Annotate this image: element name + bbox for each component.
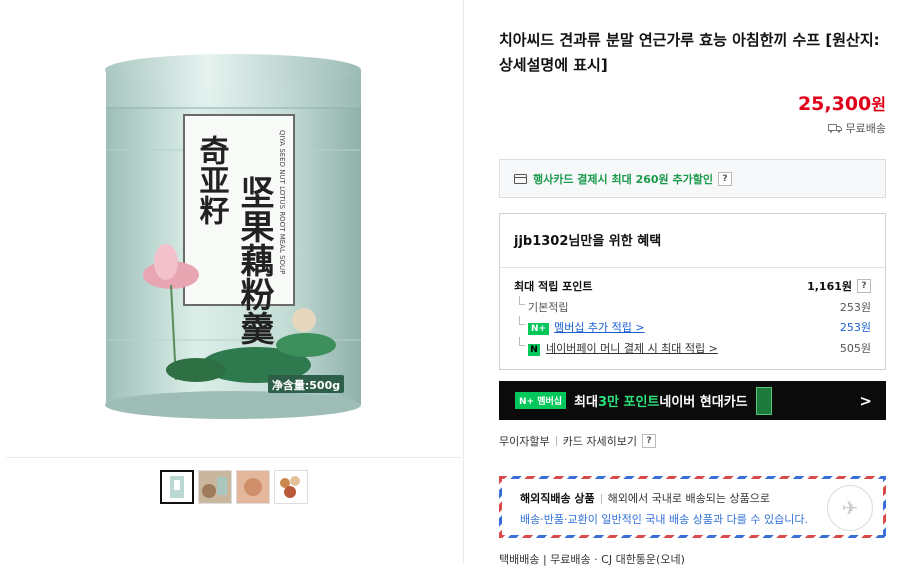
basic-points-row: 기본적립 253원 bbox=[514, 296, 871, 315]
naverpay-points-link[interactable]: 네이버페이 머니 결제 시 최대 적립 > bbox=[546, 342, 718, 355]
naver-plus-badge-icon: N+ bbox=[528, 323, 550, 335]
banner-text-before: 최대 bbox=[574, 395, 598, 410]
product-gallery: 坚果藕粉羹 奇亚籽 QIYA SEED NUT LOTUS ROOT MEAL … bbox=[0, 0, 464, 563]
price-unit: 원 bbox=[871, 95, 886, 114]
truck-icon bbox=[827, 124, 842, 133]
separator bbox=[555, 436, 557, 446]
benefit-divider bbox=[500, 267, 885, 268]
help-icon[interactable]: ? bbox=[857, 279, 871, 293]
naverpay-sub: N 네이버페이 머니 결제 시 최대 적립 > bbox=[514, 337, 718, 356]
thumbnail-2[interactable] bbox=[198, 470, 232, 504]
overseas-label: 해외직배송 상품 bbox=[520, 492, 595, 505]
help-icon[interactable]: ? bbox=[717, 171, 732, 186]
membership-points-link[interactable]: 멤버십 추가 적립 > bbox=[554, 321, 645, 334]
max-points-label: 최대 적립 포인트 bbox=[514, 280, 593, 293]
membership-points-row: N+ 멤버십 추가 적립 > 253원 bbox=[514, 316, 871, 335]
product-label-main: 坚果藕粉羹 bbox=[234, 175, 274, 345]
credit-card-icon bbox=[514, 173, 527, 184]
product-title: 치아씨드 견과류 분말 연근가루 효능 아침한끼 수프 [원산지:상세설명에 표… bbox=[499, 31, 880, 74]
product-main-image[interactable]: 坚果藕粉羹 奇亚籽 QIYA SEED NUT LOTUS ROOT MEAL … bbox=[6, 0, 462, 456]
help-icon[interactable]: ? bbox=[641, 434, 656, 448]
image-divider bbox=[6, 457, 462, 458]
membership-points-value: 253원 bbox=[839, 321, 871, 334]
max-points-value: 1,161원 bbox=[807, 280, 852, 293]
shipping-info: 무료배송 bbox=[827, 120, 886, 136]
naverpay-points-row: N 네이버페이 머니 결제 시 최대 적립 > 505원 bbox=[514, 337, 871, 356]
max-points-row: 최대 적립 포인트 1,161원 ? bbox=[514, 278, 871, 294]
thumbnail-list bbox=[160, 470, 308, 504]
separator bbox=[600, 494, 602, 504]
overseas-note: 배송·반품·교환이 일반적인 국내 배송 상품과 다를 수 있습니다. bbox=[520, 513, 808, 526]
card-promo-text: 행사카드 결제시 최대 260원 추가할인 bbox=[533, 172, 713, 186]
no-interest-link[interactable]: 무이자할부 bbox=[499, 433, 550, 449]
banner-text-after: 네이버 현대카드 bbox=[659, 395, 748, 410]
thumbnail-1[interactable] bbox=[160, 470, 194, 504]
benefit-box: jjb1302님만을 위한 혜택 최대 적립 포인트 1,161원 ? 기본적립… bbox=[499, 213, 886, 370]
net-weight-label: 净含量:500g bbox=[272, 378, 340, 392]
naverpay-points-value: 505원 bbox=[839, 342, 871, 355]
chevron-right-icon: > bbox=[859, 391, 872, 410]
membership-badge: N+ 멤버십 bbox=[515, 392, 567, 409]
overseas-shipping-notice: 해외직배송 상품 해외에서 국내로 배송되는 상품으로 배송·반품·교환이 일반적… bbox=[499, 476, 886, 538]
overseas-line1: 해외직배송 상품 해외에서 국내로 배송되는 상품으로 bbox=[520, 490, 770, 506]
airplane-stamp-icon: ✈ bbox=[827, 485, 873, 531]
installment-row: 무이자할부 카드 자세히보기 ? bbox=[499, 433, 656, 449]
naverpay-icon: N bbox=[528, 344, 540, 356]
banner-highlight: 3만 포인트 bbox=[597, 395, 660, 410]
product-label-side: 奇亚籽 bbox=[194, 135, 230, 225]
card-promo-box[interactable]: 행사카드 결제시 최대 260원 추가할인 ? bbox=[499, 159, 886, 198]
shipping-label: 무료배송 bbox=[845, 122, 886, 135]
thumbnail-4[interactable] bbox=[274, 470, 308, 504]
thumbnail-3[interactable] bbox=[236, 470, 270, 504]
membership-sub: N+ 멤버십 추가 적립 > bbox=[514, 316, 645, 335]
card-detail-link[interactable]: 카드 자세히보기 bbox=[563, 433, 637, 449]
product-label-english: QIYA SEED NUT LOTUS ROOT MEAL SOUP bbox=[278, 130, 286, 274]
benefit-title: jjb1302님만을 위한 혜택 bbox=[514, 234, 662, 249]
overseas-desc: 해외에서 국내로 배송되는 상품으로 bbox=[607, 492, 770, 505]
price-amount: 25,300 bbox=[797, 93, 872, 115]
basic-points-value: 253원 bbox=[839, 301, 871, 314]
delivery-info: 택배배송 | 무료배송 · CJ 대한통운(오네) bbox=[499, 553, 685, 566]
basic-points-label: 기본적립 bbox=[514, 296, 568, 315]
naver-card-banner[interactable]: N+ 멤버십 최대 3만 포인트 네이버 현대카드 > bbox=[499, 381, 886, 420]
product-price: 25,300원 bbox=[798, 91, 886, 115]
naver-card-icon bbox=[755, 386, 772, 415]
